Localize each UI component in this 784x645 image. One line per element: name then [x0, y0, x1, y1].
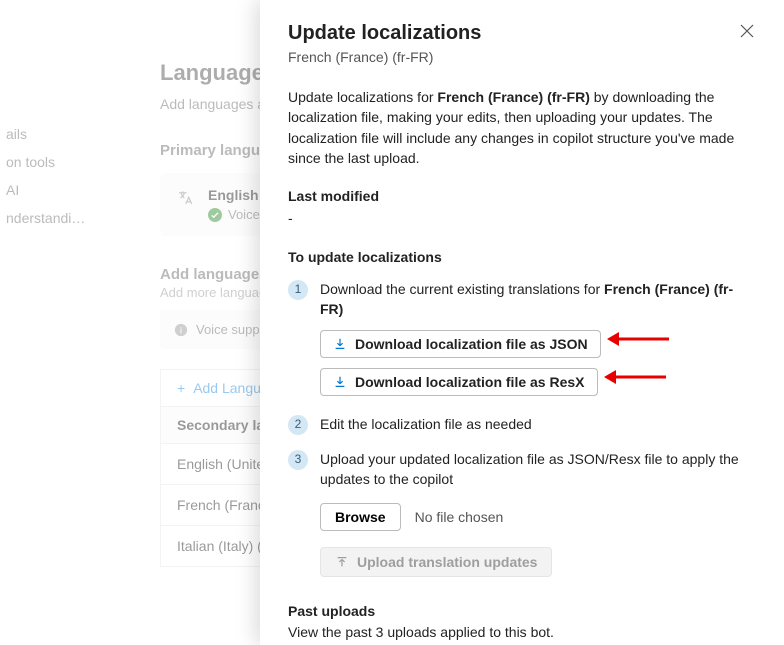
- download-icon: [333, 337, 347, 351]
- annotation-arrow: [604, 370, 666, 384]
- step-3-text: Upload your updated localization file as…: [320, 449, 756, 490]
- last-modified-value: -: [288, 208, 756, 228]
- no-file-label: No file chosen: [415, 507, 504, 527]
- close-button[interactable]: [738, 22, 756, 40]
- upload-icon: [335, 555, 349, 569]
- annotation-arrow: [607, 332, 669, 346]
- upload-translation-button: Upload translation updates: [320, 547, 552, 577]
- step-2-text: Edit the localization file as needed: [320, 414, 756, 434]
- step-number: 1: [288, 280, 308, 300]
- download-resx-button[interactable]: Download localization file as ResX: [320, 368, 598, 396]
- steps-heading: To update localizations: [288, 247, 756, 267]
- download-icon: [333, 375, 347, 389]
- step-1-text: Download the current existing translatio…: [320, 279, 756, 320]
- past-uploads-text: View the past 3 uploads applied to this …: [288, 622, 756, 642]
- past-uploads-heading: Past uploads: [288, 601, 756, 621]
- download-json-button[interactable]: Download localization file as JSON: [320, 330, 601, 358]
- update-localizations-panel: Update localizations French (France) (fr…: [260, 0, 784, 645]
- browse-button[interactable]: Browse: [320, 503, 401, 531]
- panel-subtitle: French (France) (fr-FR): [288, 49, 481, 65]
- panel-description: Update localizations for French (France)…: [288, 87, 756, 168]
- step-number: 3: [288, 450, 308, 470]
- last-modified-label: Last modified: [288, 186, 756, 206]
- step-number: 2: [288, 415, 308, 435]
- panel-title: Update localizations: [288, 22, 481, 45]
